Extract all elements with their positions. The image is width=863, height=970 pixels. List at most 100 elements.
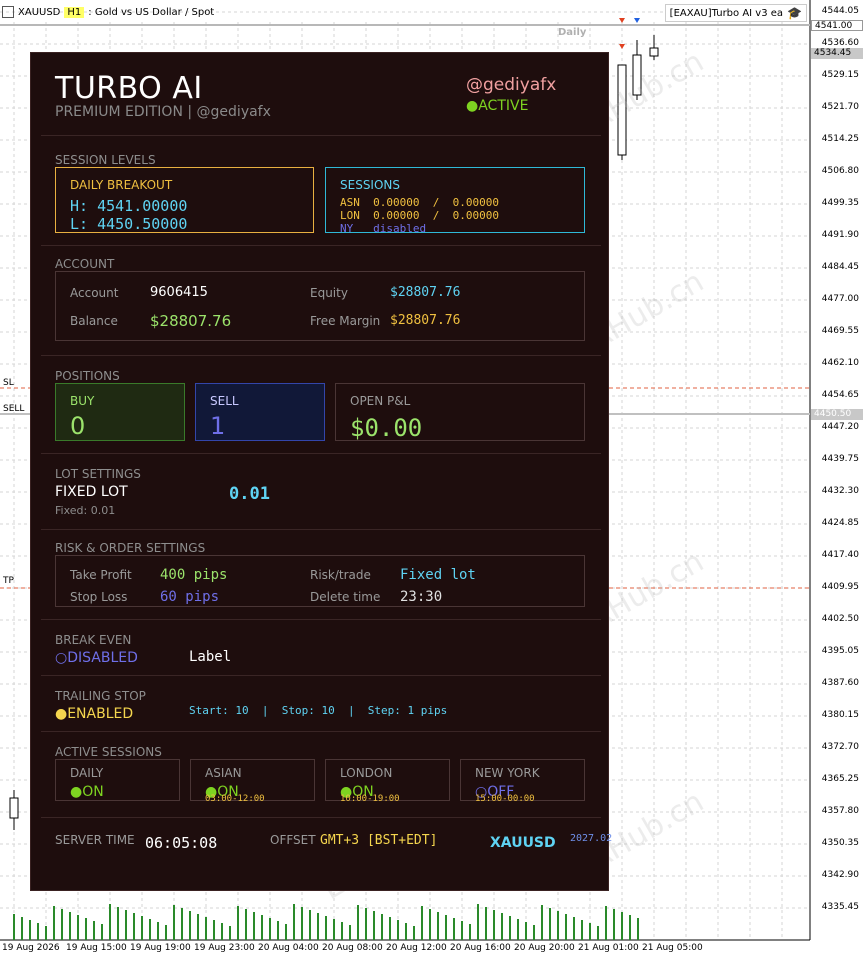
trailing-status: ●ENABLED [55, 706, 134, 722]
lot-value: 0.01 [229, 484, 270, 504]
price-axis-label: 4372.70 [821, 742, 859, 752]
risk-box: Take Profit 400 pips Stop Loss 60 pips R… [55, 555, 585, 607]
break-even-label: Label [189, 649, 232, 665]
buy-count: 0 [70, 412, 86, 440]
title-symbol: XAUUSD [18, 6, 61, 18]
price-axis-label: 4484.45 [821, 262, 859, 272]
session-time: 15:00-00:00 [475, 794, 535, 804]
free-margin-label: Free Margin [310, 314, 381, 328]
time-axis-label: 19 Aug 19:00 [130, 943, 191, 953]
risk-value: Fixed lot [400, 567, 476, 583]
delete-time-value: 23:30 [400, 589, 443, 605]
price-axis-label: 4536.60 [821, 38, 859, 48]
price-axis-label: 4469.55 [821, 326, 859, 336]
session-card-asian: ASIAN ●ON 03:00-12:00 [190, 759, 315, 804]
tp-level-label: TP [3, 576, 14, 586]
symbol-label: XAUUSD [490, 835, 556, 851]
turbo-ai-panel: TURBO AI PREMIUM EDITION | @gediyafx @ge… [30, 52, 613, 891]
window-title: XAUUSD H1: Gold vs US Dollar / Spot [0, 2, 214, 22]
session-card-london: LONDON ●ON 10:00-19:00 [325, 759, 450, 804]
risk-title: RISK & ORDER SETTINGS [55, 541, 206, 555]
balance-label: Balance [70, 314, 118, 328]
balance-value: $28807.76 [150, 312, 232, 330]
sl-label: Stop Loss [70, 590, 128, 604]
equity-value: $28807.76 [390, 285, 461, 300]
time-axis-label: 20 Aug 04:00 [258, 943, 319, 953]
sessions-box: SESSIONS ASN 0.00000 / 0.00000 LON 0.000… [325, 167, 585, 233]
session-time: 10:00-19:00 [340, 794, 400, 804]
author-handle: @gediyafx [466, 75, 557, 95]
breakout-high: H: 4541.00000 [70, 197, 188, 215]
divider [41, 453, 601, 454]
session-levels-title: SESSION LEVELS [55, 153, 156, 167]
divider [41, 529, 601, 530]
divider [41, 619, 601, 620]
buy-label: BUY [70, 394, 95, 408]
sl-value: 60 pips [160, 589, 220, 605]
price-axis-label: 4357.80 [821, 806, 859, 816]
buy-positions-box: BUY 0 [55, 383, 185, 441]
active-sessions-title: ACTIVE SESSIONS [55, 745, 162, 759]
sell-label: SELL [210, 394, 239, 408]
title-description: : Gold vs US Dollar / Spot [88, 6, 215, 18]
sell-positions-box: SELL 1 [195, 383, 325, 441]
offset-value: GMT+3 [BST+EDT] [320, 833, 438, 848]
session-name: NEW YORK [475, 766, 540, 780]
time-axis-label: 20 Aug 16:00 [450, 943, 511, 953]
account-box: Account 9606415 Equity $28807.76 Balance… [55, 271, 585, 341]
time-axis-label: 20 Aug 20:00 [514, 943, 575, 953]
price-axis-label: 4477.00 [821, 294, 859, 304]
price-axis-label: 4462.10 [821, 358, 859, 368]
tp-label: Take Profit [70, 568, 132, 582]
price-axis-label: 4491.90 [821, 230, 859, 240]
price-axis-label: 4544.05 [821, 6, 859, 16]
breakout-low: L: 4450.50000 [70, 215, 188, 233]
session-name: LONDON [340, 766, 393, 780]
time-axis-label: 19 Aug 23:00 [194, 943, 255, 953]
trade-arrow [634, 18, 640, 23]
ea-badge[interactable]: [EAXAU]Turbo AI v3 ea 🎓 [664, 4, 807, 22]
session-card-newyork: NEW YORK ○OFF 15:00-00:00 [460, 759, 585, 804]
candle-body [9, 797, 19, 819]
sell-level-label: SELL [3, 404, 25, 414]
offset-label: OFFSET [270, 833, 316, 847]
time-axis-label: 20 Aug 12:00 [386, 943, 447, 953]
divider [41, 675, 601, 676]
divider [41, 731, 601, 732]
price-axis-label: 4395.05 [821, 646, 859, 656]
account-title: ACCOUNT [55, 257, 115, 271]
candle-body [649, 47, 659, 57]
open-pnl-value: $0.00 [350, 414, 423, 442]
time-axis-label: 21 Aug 01:00 [578, 943, 639, 953]
price-axis-label: 4335.45 [821, 902, 859, 912]
sessions-title: SESSIONS [340, 178, 401, 192]
trailing-detail: Start: 10 | Stop: 10 | Step: 1 pips [189, 704, 448, 717]
time-axis-label: 19 Aug 15:00 [66, 943, 127, 953]
daily-breakout-title: DAILY BREAKOUT [70, 178, 173, 192]
price-axis-label: 4350.35 [821, 838, 859, 848]
price-axis-label: 4439.75 [821, 454, 859, 464]
session-name: ASIAN [205, 766, 242, 780]
price-axis-label: 4365.25 [821, 774, 859, 784]
server-time-value: 06:05:08 [145, 834, 218, 852]
session-card-daily: DAILY ●ON [55, 759, 180, 801]
price-axis-label: 4409.95 [821, 582, 859, 592]
delete-time-label: Delete time [310, 590, 381, 604]
session-asn: ASN 0.00000 / 0.00000 [340, 196, 499, 209]
sell-count: 1 [210, 412, 226, 440]
divider [41, 817, 601, 818]
session-status: ●ON [70, 784, 104, 800]
ea-status: ●ACTIVE [466, 98, 529, 114]
price-axis-label: 4529.15 [821, 70, 859, 80]
price-axis-label: 4521.70 [821, 102, 859, 112]
time-axis-label: 20 Aug 08:00 [322, 943, 383, 953]
equity-label: Equity [310, 286, 348, 300]
build-version: 2027.02 [570, 833, 613, 844]
ea-name: [EAXAU]Turbo AI v3 ea [669, 7, 784, 19]
free-margin-value: $28807.76 [390, 313, 461, 328]
price-tag-high: 4541.00 [811, 20, 863, 31]
sl-level-label: SL [3, 378, 14, 388]
edition-label: PREMIUM EDITION | @gediyafx [55, 104, 271, 120]
chart-icon [2, 6, 14, 18]
lot-settings-title: LOT SETTINGS [55, 467, 141, 481]
